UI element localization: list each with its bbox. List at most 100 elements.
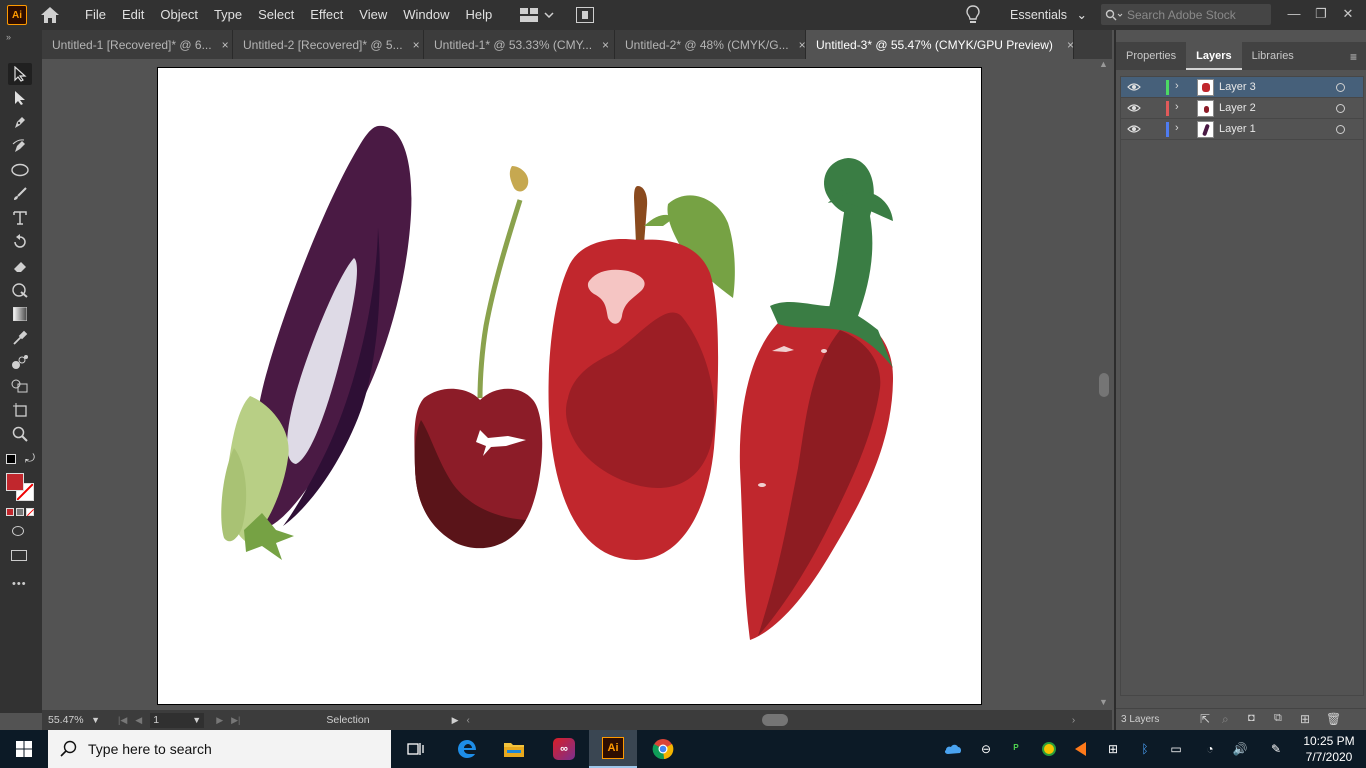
onedrive-icon[interactable]	[943, 739, 963, 759]
menu-edit[interactable]: Edit	[114, 0, 152, 30]
apple-illustration[interactable]	[548, 186, 735, 560]
doc-tab-3[interactable]: Untitled-1* @ 53.33% (CMY... ×	[424, 30, 615, 59]
minimize-button[interactable]: —	[1284, 4, 1304, 24]
menu-view[interactable]: View	[351, 0, 395, 30]
menu-object[interactable]: Object	[152, 0, 206, 30]
creative-cloud-app[interactable]: ∞	[540, 730, 588, 768]
chili-pepper-illustration[interactable]	[739, 158, 893, 640]
last-artboard-icon[interactable]: ▶|	[231, 715, 240, 726]
vertical-scrollbar[interactable]: ▲ ▼	[1096, 59, 1112, 710]
system-clock[interactable]: 10:25 PM 7/7/2020	[1296, 733, 1362, 765]
tab-properties[interactable]: Properties	[1116, 42, 1186, 70]
tab-libraries[interactable]: Libraries	[1242, 42, 1304, 70]
default-colors-icon[interactable]	[6, 454, 16, 464]
stock-search-input[interactable]: Search Adobe Stock	[1101, 4, 1271, 25]
fill-swatch[interactable]	[6, 473, 24, 491]
locate-object-icon[interactable]: ⌕	[1222, 712, 1229, 727]
paintbrush-tool[interactable]	[8, 183, 32, 205]
norton-icon[interactable]	[1039, 739, 1059, 759]
panel-menu-icon[interactable]: ≡	[1350, 50, 1357, 64]
eraser-tool[interactable]	[8, 255, 32, 277]
layer-target-icon[interactable]	[1336, 125, 1345, 134]
cherry-illustration[interactable]	[414, 166, 543, 549]
layer-row-1[interactable]: › Layer 1	[1121, 119, 1363, 140]
pen-workspace-icon[interactable]: ✎	[1266, 739, 1286, 759]
menu-effect[interactable]: Effect	[302, 0, 351, 30]
clipping-mask-icon[interactable]: ◘	[1248, 712, 1255, 724]
pen-tool[interactable]	[8, 111, 32, 133]
menu-window[interactable]: Window	[395, 0, 457, 30]
more-tools-icon[interactable]: •••	[12, 578, 27, 590]
close-tab-icon[interactable]: ×	[602, 38, 609, 52]
doc-tab-1[interactable]: Untitled-1 [Recovered]* @ 6... ×	[42, 30, 233, 59]
chevron-right-icon[interactable]: ›	[1175, 80, 1179, 92]
curvature-tool[interactable]	[8, 135, 32, 157]
task-view-button[interactable]	[392, 730, 440, 768]
export-icon[interactable]: ⇱	[1200, 712, 1210, 726]
chevron-right-icon[interactable]: ›	[1175, 101, 1179, 113]
canvas-area[interactable]	[42, 59, 1096, 710]
rotate-tool[interactable]	[8, 231, 32, 253]
artboard[interactable]	[157, 67, 982, 705]
layer-row-2[interactable]: › Layer 2	[1121, 98, 1363, 119]
volume-icon[interactable]: 🔊	[1230, 739, 1250, 759]
vpn-icon[interactable]: ᴾ	[1006, 739, 1026, 759]
file-explorer-app[interactable]	[490, 730, 538, 768]
wifi-icon[interactable]: ◔	[1200, 739, 1220, 759]
artboard-number-field[interactable]: 1 ▼	[150, 712, 205, 728]
gradient-tool[interactable]	[8, 303, 32, 325]
doc-tab-2[interactable]: Untitled-2 [Recovered]* @ 5... ×	[233, 30, 424, 59]
start-button[interactable]	[0, 730, 48, 768]
swap-colors-icon[interactable]: ⤾	[25, 451, 35, 466]
doc-tab-5[interactable]: Untitled-3* @ 55.47% (CMYK/GPU Preview) ×	[806, 30, 1074, 59]
menu-type[interactable]: Type	[206, 0, 250, 30]
workspace-switcher[interactable]: Essentials ⌄	[1010, 7, 1087, 22]
restore-button[interactable]: ❐	[1311, 4, 1331, 24]
chrome-app[interactable]	[639, 730, 687, 768]
menu-help[interactable]: Help	[457, 0, 500, 30]
chevron-right-icon[interactable]: ›	[1175, 122, 1179, 134]
draw-mode-icon[interactable]	[12, 526, 24, 536]
first-artboard-icon[interactable]: |◀	[118, 715, 127, 726]
eye-icon[interactable]	[1127, 82, 1141, 92]
layer-row-3[interactable]: › Layer 3	[1121, 77, 1363, 98]
taskbar-search-input[interactable]: Type here to search	[48, 730, 391, 768]
scroll-right-arrow[interactable]: ›	[1072, 715, 1075, 726]
scroll-down-arrow[interactable]: ▼	[1099, 697, 1108, 707]
menu-select[interactable]: Select	[250, 0, 302, 30]
artboard-tool[interactable]	[8, 399, 32, 421]
close-tab-icon[interactable]: ×	[799, 38, 806, 52]
type-tool[interactable]	[8, 207, 32, 229]
direct-selection-tool[interactable]	[8, 87, 32, 109]
bluetooth-icon[interactable]: ᛒ	[1135, 739, 1155, 759]
home-icon[interactable]	[39, 5, 61, 25]
scrollbar-thumb[interactable]	[761, 714, 788, 726]
arrange-documents-button[interactable]	[520, 8, 554, 22]
layer-target-icon[interactable]	[1336, 104, 1345, 113]
panel-collapse-handle[interactable]: »	[6, 32, 11, 42]
eye-icon[interactable]	[1127, 103, 1141, 113]
eggplant-illustration[interactable]	[221, 125, 412, 560]
artwork[interactable]	[158, 68, 983, 706]
close-tab-icon[interactable]: ×	[413, 38, 420, 52]
close-tab-icon[interactable]: ×	[1067, 38, 1074, 52]
media-icon[interactable]	[1070, 739, 1090, 759]
next-artboard-icon[interactable]: ▶	[216, 715, 223, 726]
tab-layers[interactable]: Layers	[1186, 42, 1242, 70]
scroll-up-arrow[interactable]: ▲	[1099, 59, 1108, 69]
horizontal-scrollbar[interactable]	[476, 713, 1072, 727]
security-icon[interactable]: ⊞	[1103, 739, 1123, 759]
ellipse-tool[interactable]	[8, 159, 32, 181]
menu-file[interactable]: File	[77, 0, 114, 30]
gpu-performance-icon[interactable]	[576, 7, 595, 23]
eye-icon[interactable]	[1127, 124, 1141, 134]
close-tab-icon[interactable]: ×	[222, 38, 229, 52]
screen-mode-icon[interactable]	[11, 550, 27, 561]
scroll-left-arrow[interactable]: ‹	[467, 715, 470, 726]
prev-artboard-icon[interactable]: ◀	[135, 715, 142, 726]
new-layer-icon[interactable]: ⊞	[1300, 712, 1310, 726]
battery-icon[interactable]: ▭	[1166, 739, 1186, 759]
blend-tool[interactable]	[8, 351, 32, 373]
doc-tab-4[interactable]: Untitled-2* @ 48% (CMYK/G... ×	[615, 30, 806, 59]
zoom-tool[interactable]	[8, 423, 32, 445]
